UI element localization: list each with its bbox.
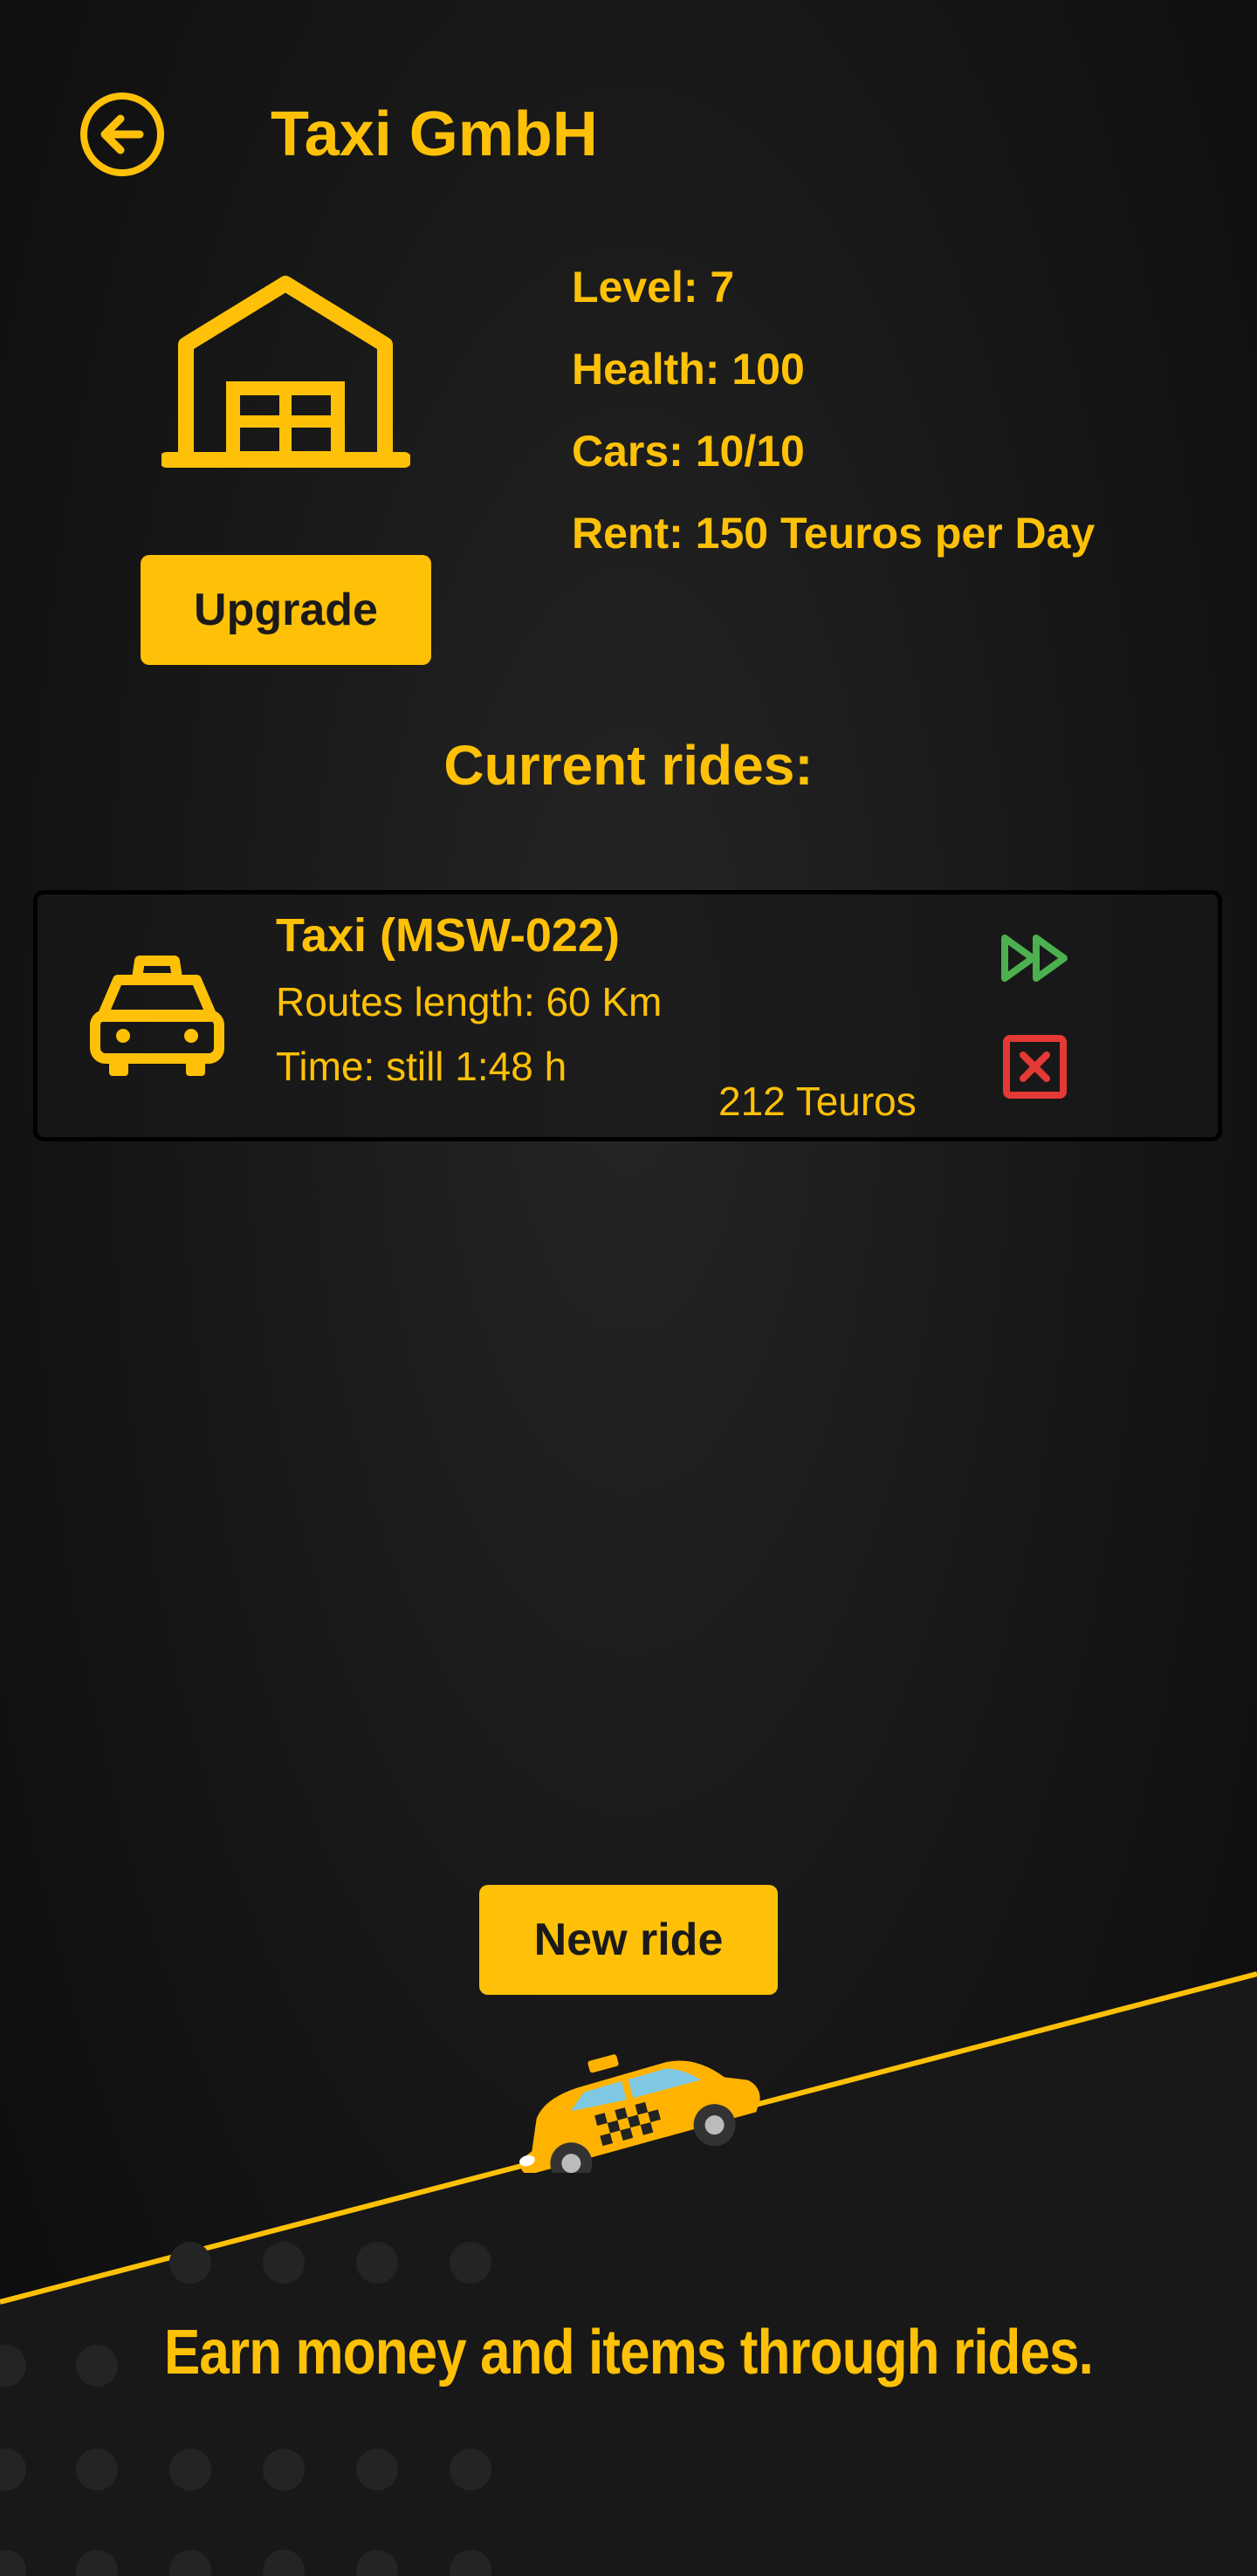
arrow-left-circle-icon bbox=[80, 92, 164, 176]
cars-stat: Cars: 10/10 bbox=[572, 427, 805, 476]
rides-heading: Current rides: bbox=[443, 734, 814, 797]
ride-route-length: Routes length: 60 Km bbox=[276, 979, 663, 1024]
taxi-car-illustration bbox=[519, 2054, 760, 2173]
cancel-box-icon bbox=[1003, 1035, 1067, 1099]
back-button[interactable] bbox=[79, 91, 166, 178]
ride-card[interactable]: Taxi (MSW-022) Routes length: 60 Km Time… bbox=[33, 890, 1222, 1141]
page-title: Taxi GmbH bbox=[271, 99, 598, 169]
rent-stat: Rent: 150 Teuros per Day bbox=[572, 509, 1096, 558]
footer-tagline: Earn money and items through rides. bbox=[163, 2318, 1094, 2388]
upgrade-button[interactable]: Upgrade bbox=[141, 555, 431, 665]
ride-time: Time: still 1:48 h bbox=[276, 1044, 567, 1089]
ride-reward: 212 Teuros bbox=[718, 1079, 917, 1124]
ride-name: Taxi (MSW-022) bbox=[276, 909, 620, 962]
taxi-icon bbox=[90, 956, 224, 1076]
health-stat: Health: 100 bbox=[572, 345, 805, 394]
garage-section: Upgrade Level: 7 Health: 100 Cars: 10/10… bbox=[0, 262, 1257, 681]
cancel-ride-button[interactable] bbox=[1002, 1034, 1068, 1100]
level-stat: Level: 7 bbox=[572, 263, 735, 312]
fast-forward-button[interactable] bbox=[998, 928, 1076, 989]
fast-forward-icon bbox=[1001, 935, 1068, 982]
warehouse-icon bbox=[161, 276, 410, 468]
